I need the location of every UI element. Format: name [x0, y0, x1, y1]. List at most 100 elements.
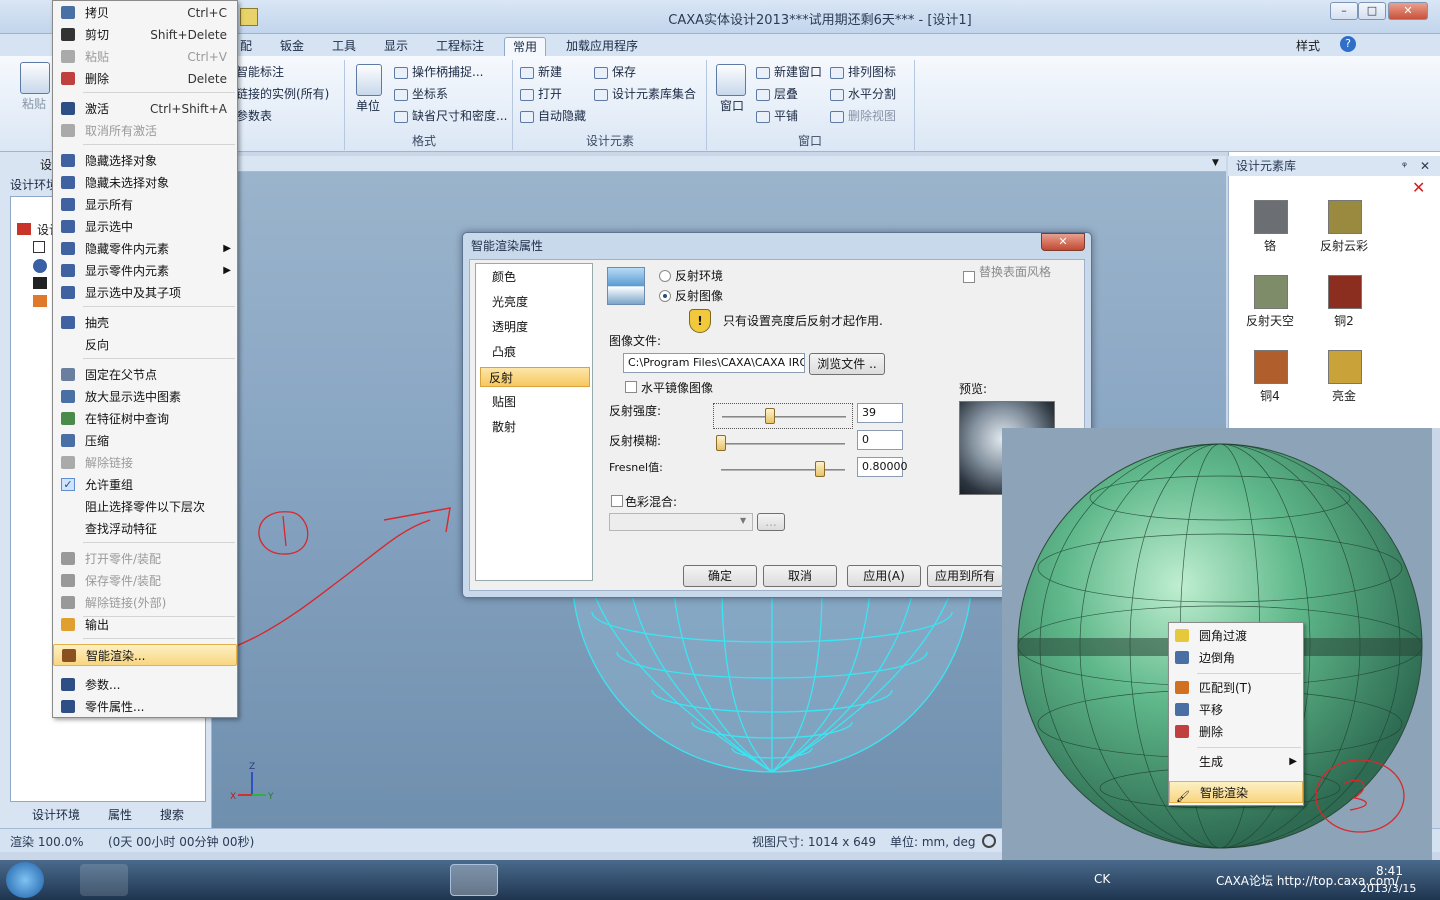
cancel-button[interactable]: 取消	[763, 565, 837, 587]
category-texture[interactable]: 贴图	[484, 392, 594, 412]
replace-style-checkbox[interactable]	[963, 271, 975, 283]
color-mix-select[interactable]: ▼	[609, 513, 753, 531]
menu-item-icon	[61, 198, 75, 211]
radio-reflect-environment-label[interactable]: 反射环境	[675, 267, 723, 284]
category-gloss[interactable]: 光亮度	[484, 292, 594, 312]
color-mix-more-button[interactable]: ...	[757, 513, 785, 531]
radio-reflect-environment[interactable]	[659, 270, 671, 282]
media-app-icon[interactable]	[266, 864, 314, 896]
reflect-strength-input[interactable]: 39	[857, 403, 903, 423]
swatch-copper2[interactable]	[1328, 275, 1362, 309]
category-scatter[interactable]: 散射	[484, 417, 594, 437]
slider-thumb[interactable]	[815, 461, 826, 477]
color-mix-checkbox[interactable]	[611, 495, 623, 507]
context-menu-item[interactable]: 删除 Delete	[53, 68, 237, 90]
pin-icon[interactable]: ᵠ	[1402, 156, 1407, 176]
mirror-label[interactable]: 水平镜像图像	[641, 379, 713, 396]
sphere-menu-item[interactable]: 🖌 智能渲染	[1169, 781, 1303, 803]
context-menu-item[interactable]: 激活 Ctrl+Shift+A	[53, 98, 237, 120]
context-menu-item[interactable]: 输出	[53, 614, 237, 636]
context-menu-item-label: 阻止选择零件以下层次	[85, 500, 206, 514]
context-menu-item[interactable]: 在特征树中查询	[53, 408, 237, 430]
sphere-menu-item[interactable]: 平移	[1169, 699, 1303, 721]
apply-button[interactable]: 应用(A)	[847, 565, 921, 587]
dialog-close-button[interactable]: ✕	[1041, 233, 1085, 251]
browser-icon[interactable]	[328, 864, 376, 896]
context-menu-item[interactable]: 压缩	[53, 430, 237, 452]
swatch-copper4[interactable]	[1254, 350, 1288, 384]
context-menu-item[interactable]: 智能渲染...	[53, 644, 237, 666]
context-menu-item[interactable]: ✓ 允许重组	[53, 474, 237, 496]
sphere-menu-item[interactable]: 匹配到(T)	[1169, 677, 1303, 699]
start-button-icon[interactable]	[6, 862, 44, 898]
fresnel-input[interactable]: 0.80000	[857, 457, 908, 477]
context-menu-item[interactable]: 零件属性...	[53, 696, 237, 718]
context-menu-item[interactable]: 粘贴 Ctrl+V	[53, 46, 237, 68]
menu-separator	[83, 306, 235, 307]
caxa-app-icon[interactable]	[450, 864, 498, 896]
fresnel-slider[interactable]	[713, 459, 853, 481]
context-menu-item[interactable]: 隐藏选择对象	[53, 150, 237, 172]
context-menu-item[interactable]: 解除链接	[53, 452, 237, 474]
context-menu-item[interactable]: 固定在父节点	[53, 364, 237, 386]
swatch-reflect-sky[interactable]	[1254, 275, 1288, 309]
library-close-icon[interactable]: ✕	[1412, 178, 1425, 197]
swatch-bright-gold[interactable]	[1328, 350, 1362, 384]
sphere-menu-item[interactable]: 圆角过渡	[1169, 625, 1303, 647]
context-menu-item[interactable]: 显示所有	[53, 194, 237, 216]
color-mix-label[interactable]: 色彩混合:	[625, 493, 677, 510]
sphere-menu-item[interactable]: 边倒角	[1169, 647, 1303, 669]
file-explorer-icon[interactable]	[142, 864, 190, 896]
input-method-indicator[interactable]: CK	[1094, 872, 1110, 886]
zoom-icon[interactable]	[982, 834, 996, 848]
context-menu-item[interactable]: 阻止选择零件以下层次	[53, 496, 237, 518]
context-menu-item[interactable]: 拷贝 Ctrl+C	[53, 2, 237, 24]
context-menu-item[interactable]: 隐藏零件内元素 ▶	[53, 238, 237, 260]
ok-button[interactable]: 确定	[683, 565, 757, 587]
category-transparency[interactable]: 透明度	[484, 317, 594, 337]
search-app-icon[interactable]	[390, 864, 438, 896]
swatch-chrome[interactable]	[1254, 200, 1288, 234]
menu-item-icon	[61, 456, 75, 469]
context-menu-item-label: 显示选中及其子项	[85, 286, 182, 300]
swatch-reflect-cloud[interactable]	[1328, 200, 1362, 234]
context-menu-item[interactable]: 查找浮动特征	[53, 518, 237, 540]
slider-thumb[interactable]	[716, 435, 726, 451]
menu-item-icon	[61, 618, 75, 631]
context-menu-item[interactable]: 保存零件/装配	[53, 570, 237, 592]
context-menu-item[interactable]: 隐藏未选择对象	[53, 172, 237, 194]
sphere-menu-item[interactable]: 生成 ▶	[1169, 751, 1303, 773]
context-menu-item[interactable]: 反向	[53, 334, 237, 356]
browse-file-button[interactable]: 浏览文件 ..	[809, 353, 885, 375]
radio-reflect-image-label[interactable]: 反射图像	[675, 287, 723, 304]
category-bump[interactable]: 凸痕	[484, 342, 594, 362]
context-menu-item[interactable]: 打开零件/装配	[53, 548, 237, 570]
close-library-icon[interactable]: ✕	[1420, 156, 1430, 176]
context-menu-item[interactable]: 剪切 Shift+Delete	[53, 24, 237, 46]
replace-style-label[interactable]: 替换表面风格	[979, 263, 1051, 280]
context-menu-item[interactable]: 解除链接(外部)	[53, 592, 237, 614]
slider-thumb[interactable]	[765, 408, 776, 424]
category-color[interactable]: 颜色	[484, 267, 594, 287]
sphere-menu-item[interactable]: 删除	[1169, 721, 1303, 743]
image-file-path-input[interactable]: C:\Program Files\CAXA\CAXA IRO	[623, 353, 805, 373]
clock-date[interactable]: 2013/3/15	[1360, 882, 1416, 895]
smart-render-dialog: 智能渲染属性 ✕ 颜色 光亮度 透明度 凸痕 反射 贴图 散射 反射环境 反射图…	[462, 232, 1092, 598]
reflect-strength-slider[interactable]	[713, 403, 853, 429]
context-menu-item[interactable]: 放大显示选中图素	[53, 386, 237, 408]
reflect-blur-input[interactable]: 0	[857, 430, 903, 450]
internet-explorer-icon[interactable]	[80, 864, 128, 896]
apply-all-button[interactable]: 应用到所有	[927, 565, 1003, 587]
context-menu-item[interactable]: 参数...	[53, 674, 237, 696]
photo-app-icon[interactable]	[204, 864, 252, 896]
context-menu-item[interactable]: 取消所有激活	[53, 120, 237, 142]
mirror-checkbox[interactable]	[625, 381, 637, 393]
radio-reflect-image[interactable]	[659, 290, 671, 302]
context-menu-item[interactable]: 显示零件内元素 ▶	[53, 260, 237, 282]
context-menu-item[interactable]: 显示选中	[53, 216, 237, 238]
context-menu-item[interactable]: 显示选中及其子项	[53, 282, 237, 304]
category-reflection[interactable]: 反射	[480, 367, 590, 387]
clock-time[interactable]: 8:41	[1376, 864, 1403, 878]
context-menu-item[interactable]: 抽壳	[53, 312, 237, 334]
reflect-blur-slider[interactable]	[713, 433, 853, 455]
